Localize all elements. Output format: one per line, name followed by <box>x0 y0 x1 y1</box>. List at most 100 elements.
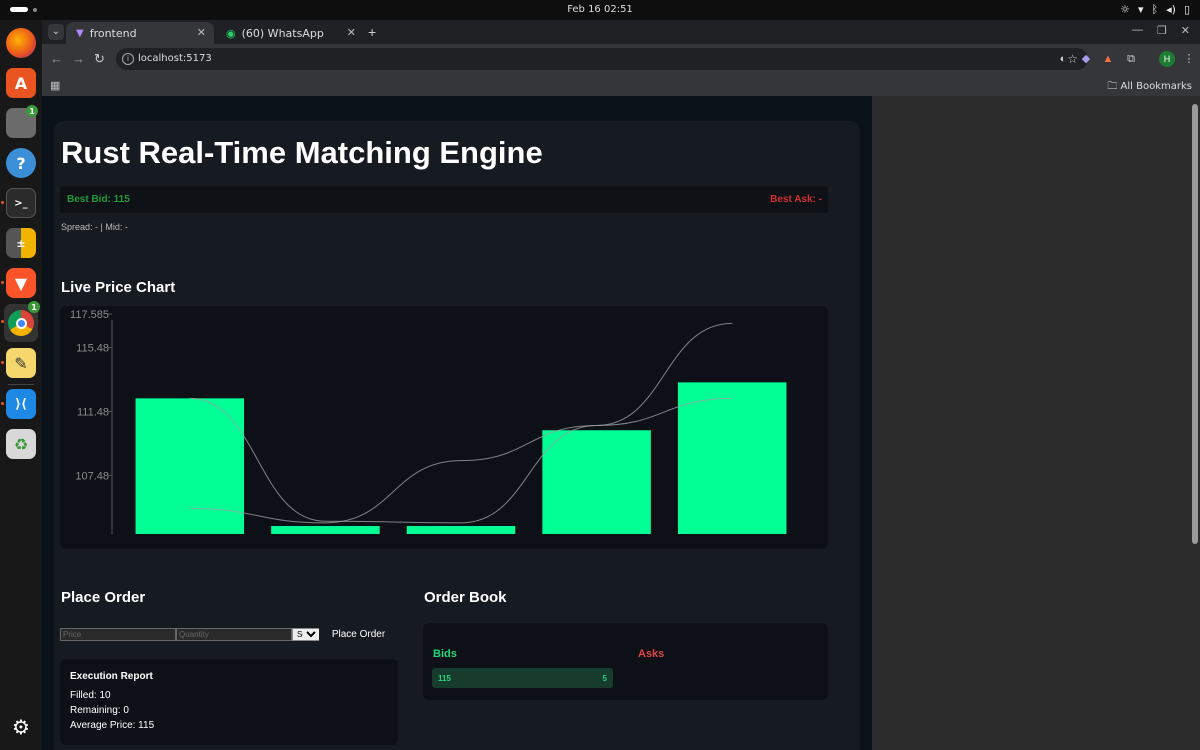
profile-avatar[interactable]: H <box>1159 51 1175 67</box>
spread-mid: Spread: - | Mid: - <box>61 222 128 232</box>
close-window-icon[interactable]: ✕ <box>1181 24 1190 37</box>
help-icon[interactable]: ? <box>6 148 36 178</box>
tab-strip: ⌄ ▼ frontend ✕ ◉ (60) WhatsApp ✕ + — ❐ ✕ <box>42 20 1200 44</box>
site-info-icon[interactable]: i <box>122 53 134 65</box>
extension-icon[interactable]: ◆ <box>1079 52 1093 66</box>
tab-frontend[interactable]: ▼ frontend ✕ <box>66 22 214 44</box>
tab-label: (60) WhatsApp <box>241 26 324 40</box>
order-book-heading: Order Book <box>424 589 507 606</box>
folder-icon: 🗀 <box>1107 81 1121 92</box>
vscode-running-indicator <box>1 402 4 405</box>
execution-report: Execution Report Filled: 10 Remaining: 0… <box>60 659 398 745</box>
vscode-icon[interactable]: ⟩⟨ <box>6 389 36 419</box>
terminal-icon[interactable]: >_ <box>6 188 36 218</box>
y-tick-label: 107.48 <box>75 470 109 482</box>
show-apps-icon[interactable]: ⚙ <box>6 712 36 742</box>
bid-row[interactable]: 115 5 <box>432 668 613 688</box>
trash-icon[interactable]: ♻ <box>6 429 36 459</box>
browser-toolbar: ← → ↻ i localhost:5173 ☆ ◐ ◆ ▲ ⧉ H ⋮ <box>42 44 1200 74</box>
scrollbar-thumb[interactable] <box>1192 104 1198 544</box>
y-tick-label: 117.585 <box>70 309 109 321</box>
best-bid: Best Bid: 115 <box>67 194 130 205</box>
back-icon[interactable]: ← <box>50 51 63 66</box>
editor-running-indicator <box>1 361 4 364</box>
best-ask: Best Ask: - <box>770 194 822 205</box>
menu-kebab-icon[interactable]: ⋮ <box>1182 52 1196 66</box>
page-title: Rust Real-Time Matching Engine <box>61 135 543 170</box>
files-badge-icon: 1 <box>26 105 38 117</box>
system-top-bar: Feb 16 02:51 ☼ ▾ ᛒ ◂) ▯ <box>0 0 1200 20</box>
app-center-icon[interactable]: A <box>6 68 36 98</box>
restore-icon[interactable]: ❐ <box>1157 24 1167 37</box>
chrome-icon[interactable]: 1 <box>4 301 40 342</box>
browser-chrome: ⌄ ▼ frontend ✕ ◉ (60) WhatsApp ✕ + — ❐ ✕… <box>42 20 1200 96</box>
empty-browser-area <box>872 96 1190 750</box>
minimize-icon[interactable]: — <box>1132 24 1143 37</box>
files-icon[interactable]: 1 <box>6 105 38 138</box>
bluetooth-icon: ᛒ <box>1151 3 1159 16</box>
incognito-icon[interactable]: ◐ <box>1056 52 1070 66</box>
chart-heading: Live Price Chart <box>61 279 175 296</box>
chart-bar <box>135 398 245 534</box>
y-tick-label: 115.48 <box>76 343 109 355</box>
price-line-series <box>189 397 733 524</box>
side-select[interactable]: Sell <box>292 627 320 641</box>
tab-label: frontend <box>89 26 137 40</box>
chart-bar <box>271 526 380 534</box>
tab-search-icon[interactable]: ⌄ <box>48 24 64 40</box>
firefox-icon[interactable] <box>6 28 36 58</box>
bid-price: 115 <box>438 674 451 683</box>
new-tab-icon[interactable]: + <box>368 24 376 40</box>
average-price-value: Average Price: 115 <box>70 720 155 731</box>
tab-whatsapp[interactable]: ◉ (60) WhatsApp ✕ <box>216 22 364 44</box>
battery-icon: ▯ <box>1183 3 1190 16</box>
page-viewport: Rust Real-Time Matching Engine Best Bid:… <box>42 96 872 750</box>
reload-icon[interactable]: ↻ <box>94 51 105 67</box>
y-tick-label: 111.48 <box>77 406 109 418</box>
brightness-icon: ☼ <box>1120 3 1130 16</box>
url-text: localhost:5173 <box>138 53 212 64</box>
calculator-icon[interactable]: ± <box>6 228 36 258</box>
chart-bar <box>406 526 516 534</box>
price-input[interactable] <box>60 627 176 641</box>
remaining-value: Remaining: 0 <box>70 705 129 716</box>
text-editor-icon[interactable]: ✎ <box>6 348 36 378</box>
terminal-running-indicator <box>1 201 4 204</box>
asks-label: Asks <box>638 648 665 660</box>
close-tab-icon[interactable]: ✕ <box>347 26 356 39</box>
place-order-heading: Place Order <box>61 589 146 606</box>
quantity-input[interactable] <box>176 627 292 641</box>
place-order-button[interactable]: Place Order <box>319 621 398 647</box>
bookmarks-bar: ▦ 🗀 All Bookmarks <box>42 74 1200 96</box>
all-bookmarks[interactable]: 🗀 All Bookmarks <box>1107 79 1192 96</box>
chart-heading-text: Live Price Chart <box>61 279 176 296</box>
chart-bar <box>677 382 787 534</box>
brave-icon[interactable]: ▼ <box>6 268 36 298</box>
wifi-icon: ▾ <box>1137 3 1144 16</box>
dock: A 1 ? >_ ± ▼ 1 ✎ ⟩⟨ ♻ ⚙ <box>0 20 42 750</box>
page-scrollbar[interactable] <box>1190 96 1200 750</box>
close-tab-icon[interactable]: ✕ <box>197 26 206 39</box>
filled-value: Filled: 10 <box>70 690 111 701</box>
apps-grid-icon[interactable]: ▦ <box>50 79 60 92</box>
live-price-chart: 117.585 115.48 111.48 107.48 <box>60 306 828 549</box>
chrome-running-indicator <box>1 320 4 323</box>
system-tray[interactable]: ☼ ▾ ᛒ ◂) ▯ <box>1120 3 1190 16</box>
vite-favicon-icon: ▼ <box>76 27 84 39</box>
system-clock[interactable]: Feb 16 02:51 <box>0 4 1200 15</box>
window-controls: — ❐ ✕ <box>1132 24 1190 37</box>
order-book-panel: Bids Asks 115 5 <box>423 623 828 700</box>
extension-icon[interactable]: ▲ <box>1101 52 1115 66</box>
extensions-puzzle-icon[interactable]: ⧉ <box>1124 52 1138 66</box>
price-chart-svg: 117.585 115.48 111.48 107.48 <box>70 309 787 534</box>
bids-label: Bids <box>433 648 457 660</box>
best-bid-ask-bar: Best Bid: 115 Best Ask: - <box>60 186 828 213</box>
price-line-series <box>189 322 733 524</box>
brave-running-indicator <box>1 281 4 284</box>
execution-report-heading: Execution Report <box>70 671 153 682</box>
chrome-badge-icon: 1 <box>28 301 40 313</box>
address-bar[interactable]: i localhost:5173 ☆ <box>116 48 1088 70</box>
chrome-logo-icon <box>8 310 34 336</box>
bid-quantity: 5 <box>602 674 607 683</box>
forward-icon[interactable]: → <box>72 51 85 66</box>
